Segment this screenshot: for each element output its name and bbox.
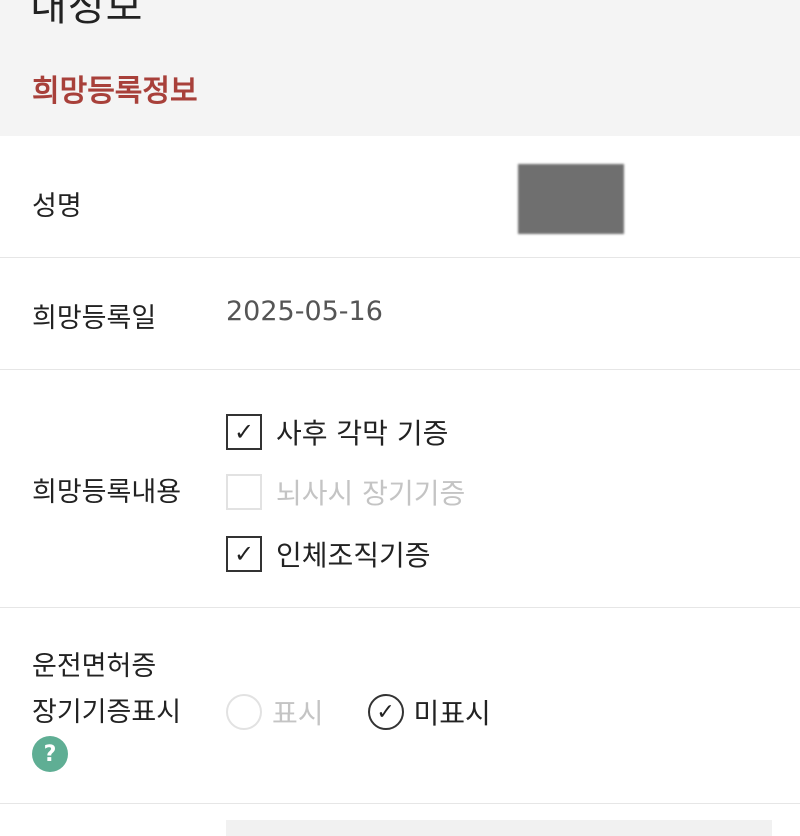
license-label-line2: 장기기증표시 — [32, 697, 182, 728]
reg-date-value: 2025-05-16 — [226, 296, 383, 327]
reg-content-label: 희망등록내용 — [32, 477, 182, 508]
row-reg-content: 희망등록내용 ✓ 사후 각막 기증 뇌사시 장기기증 ✓ 인체조직기증 — [0, 370, 800, 608]
checkbox-tissue[interactable]: ✓ — [226, 536, 262, 572]
option-cornea-donation[interactable]: ✓ 사후 각막 기증 — [226, 412, 448, 452]
option-organ-donation[interactable]: 뇌사시 장기기증 — [226, 472, 465, 512]
header-area: 내정보 희망등록정보 — [0, 0, 800, 136]
checkbox-cornea[interactable]: ✓ — [226, 414, 262, 450]
option-tissue-donation[interactable]: ✓ 인체조직기증 — [226, 534, 431, 574]
license-label-line1: 운전면허증 — [32, 651, 157, 682]
organ-label: 뇌사시 장기기증 — [276, 477, 466, 510]
no-display-label[interactable]: 미표시 — [414, 692, 491, 732]
display-label[interactable]: 표시 — [272, 692, 324, 732]
reg-date-label: 희망등록일 — [32, 303, 157, 334]
checkbox-organ[interactable] — [226, 474, 262, 510]
section-title: 희망등록정보 — [32, 74, 198, 109]
next-row-partial — [226, 820, 772, 836]
row-reg-date: 희망등록일 2025-05-16 — [0, 258, 800, 370]
question-icon[interactable]: ? — [32, 736, 68, 772]
page-title: 내정보 — [30, 0, 144, 30]
row-name: 성명 — [0, 136, 800, 258]
check-icon: ✓ — [233, 418, 255, 446]
tissue-label: 인체조직기증 — [276, 539, 431, 572]
radio-no-display[interactable]: ✓ — [367, 694, 404, 730]
check-icon: ✓ — [233, 540, 255, 568]
radio-display[interactable] — [226, 694, 262, 730]
license-display-radio-group: 표시 ✓ 미표시 — [226, 692, 491, 732]
name-label: 성명 — [32, 191, 82, 222]
cornea-label: 사후 각막 기증 — [276, 417, 449, 450]
check-icon: ✓ — [376, 699, 395, 725]
redacted-name — [518, 164, 624, 234]
row-license-display: 운전면허증 장기기증표시 ? 표시 ✓ 미표시 — [0, 608, 800, 804]
